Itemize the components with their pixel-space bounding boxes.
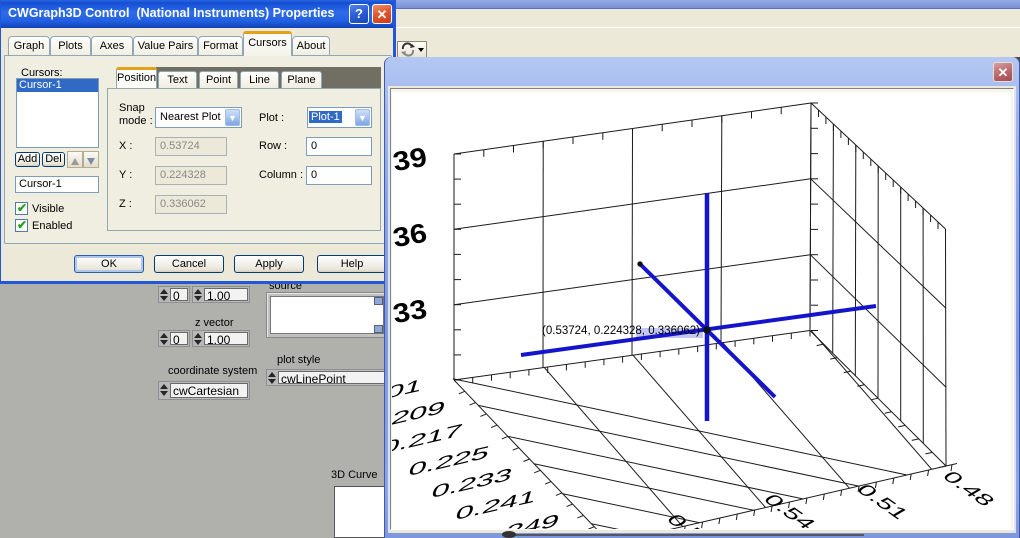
svg-text:0.57: 0.57 — [661, 511, 723, 529]
svg-text:33: 33 — [392, 294, 429, 329]
svg-text:(0.53724, 0.224328, 0.336062): (0.53724, 0.224328, 0.336062) — [542, 325, 700, 337]
svg-text:0.48: 0.48 — [937, 468, 999, 509]
svg-text:0.51: 0.51 — [851, 481, 913, 522]
svg-text:39: 39 — [392, 142, 429, 177]
svg-text:36: 36 — [392, 218, 429, 253]
